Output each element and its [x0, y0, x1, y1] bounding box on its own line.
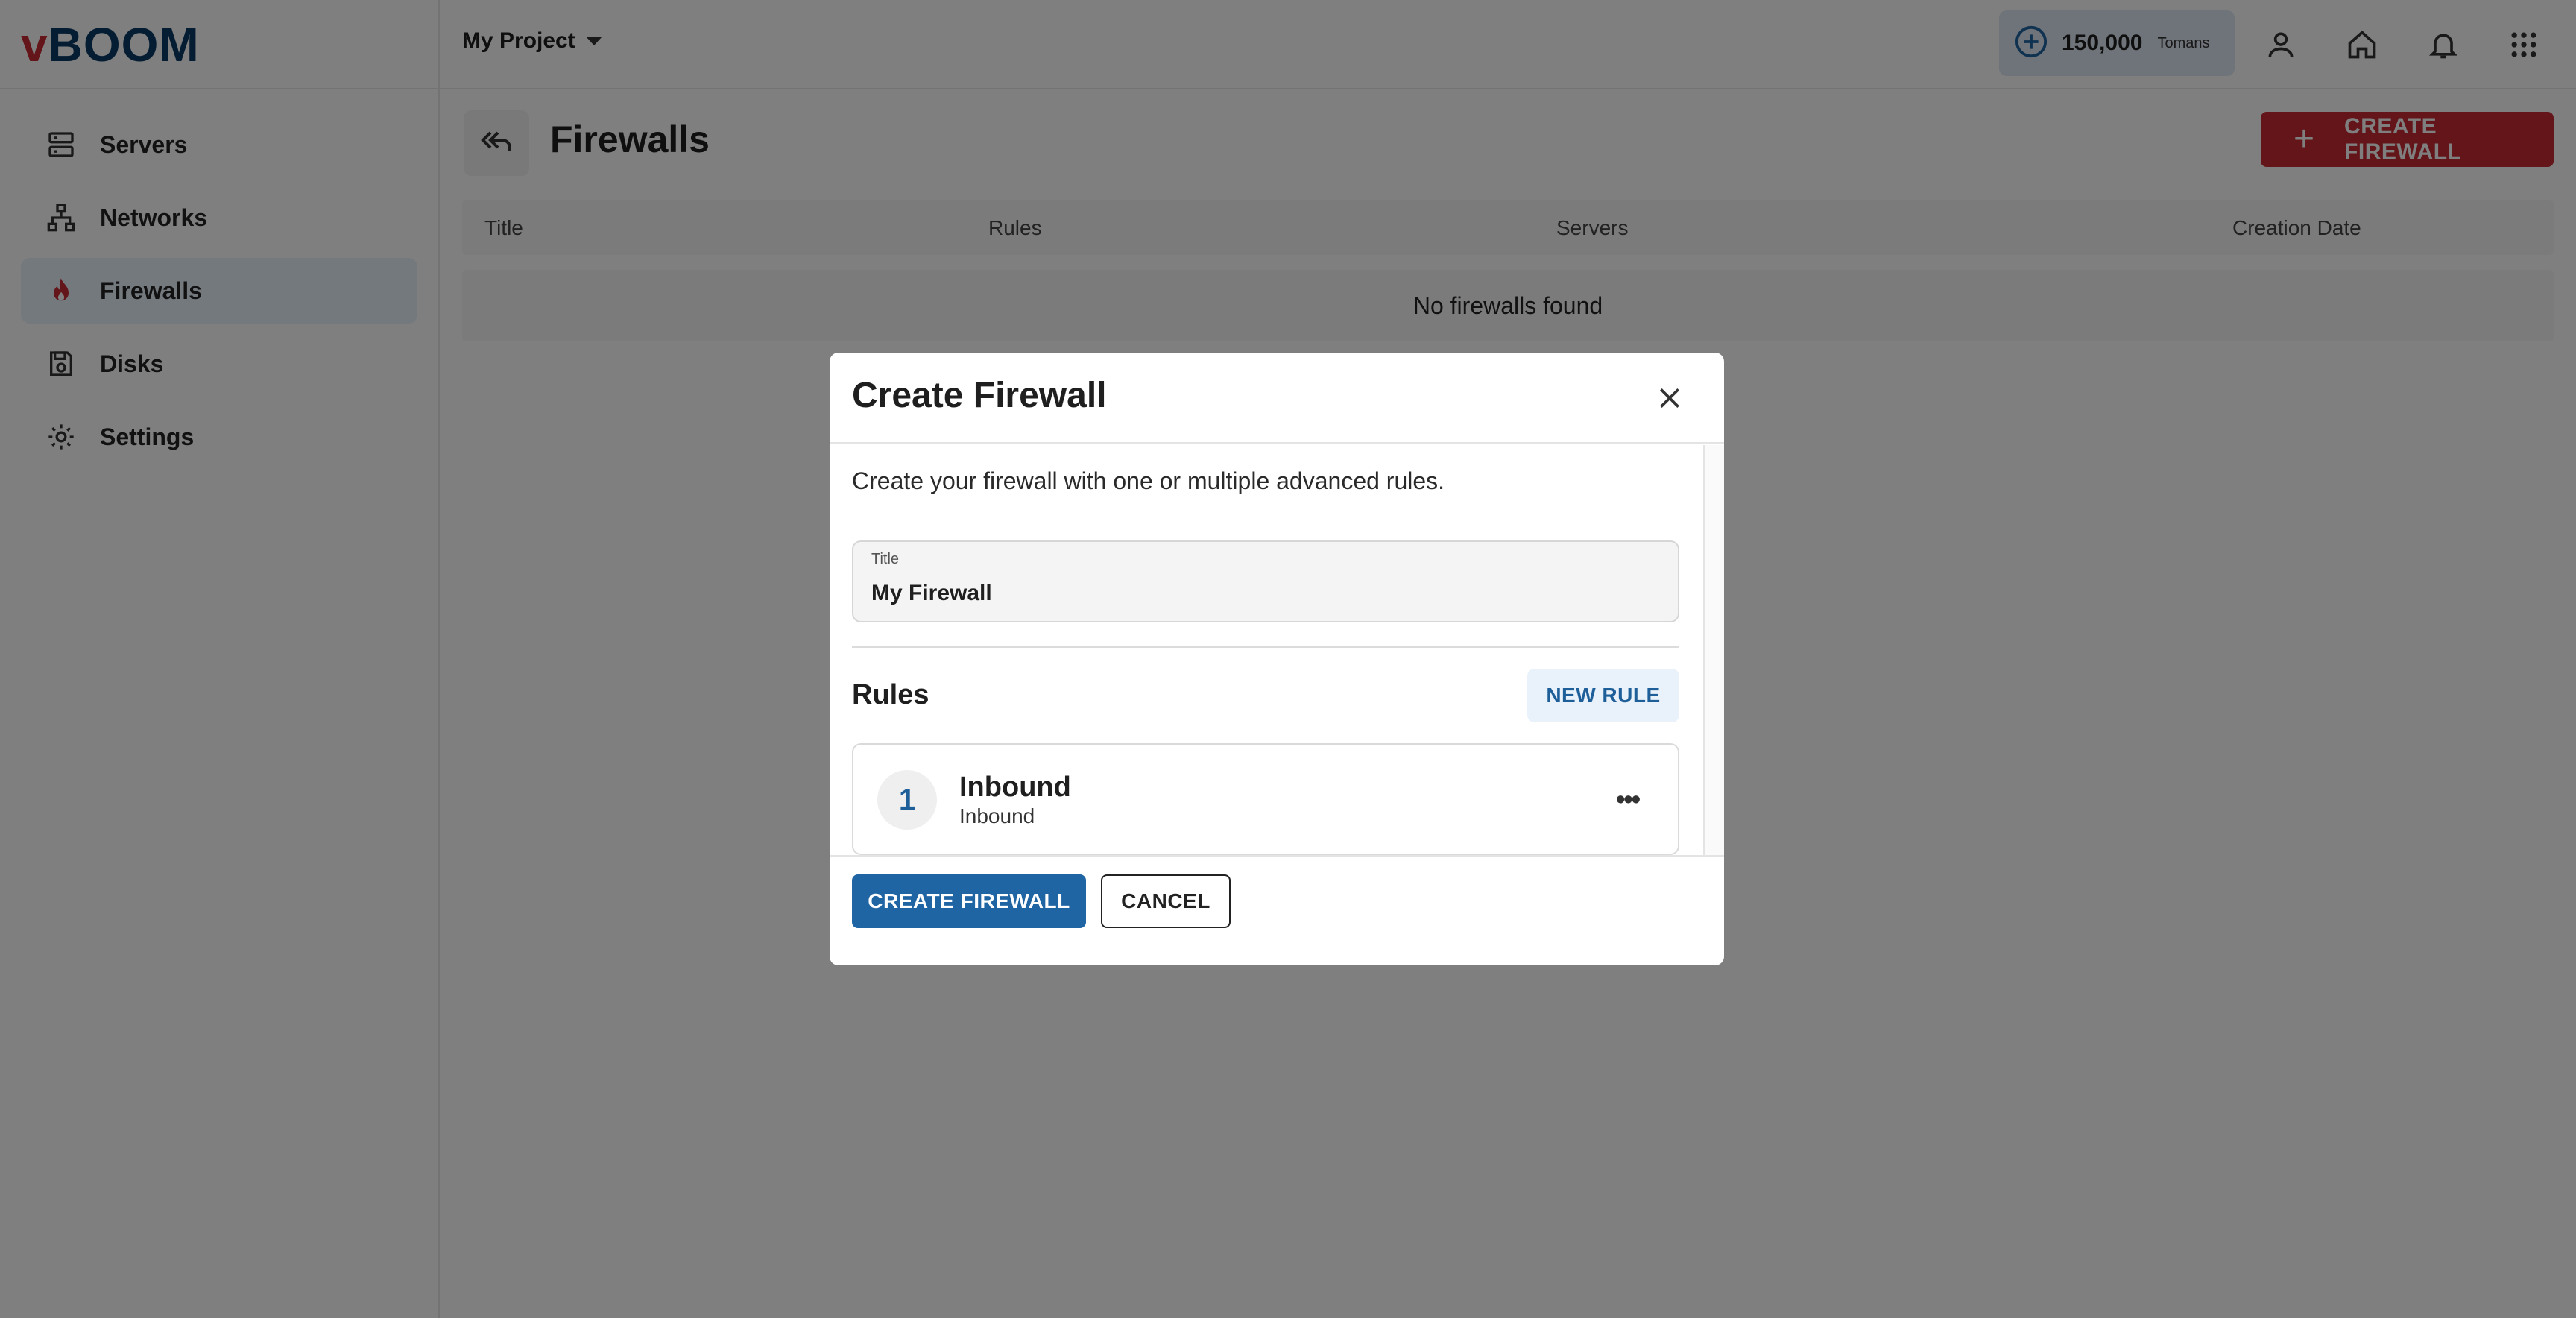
rule-number-badge: 1: [877, 770, 937, 830]
dialog-title: Create Firewall: [852, 376, 1107, 415]
app-root: vBOOM Servers Networks Firewalls: [0, 0, 2576, 1318]
title-input[interactable]: [871, 581, 1654, 606]
dialog-body: Create your firewall with one or multipl…: [830, 445, 1724, 855]
new-rule-button[interactable]: NEW RULE: [1527, 669, 1679, 722]
divider: [852, 646, 1679, 648]
dialog-footer: CREATE FIREWALL CANCEL: [830, 855, 1724, 965]
cancel-button[interactable]: CANCEL: [1101, 874, 1231, 928]
submit-create-firewall-button[interactable]: CREATE FIREWALL: [852, 874, 1086, 928]
title-field[interactable]: Title: [852, 540, 1679, 622]
title-field-label: Title: [871, 551, 900, 567]
create-firewall-dialog: Create Firewall Create your firewall wit…: [830, 353, 1724, 965]
rule-name: Inbound: [959, 772, 1071, 803]
close-icon[interactable]: [1650, 378, 1690, 418]
rule-card[interactable]: 1 Inbound Inbound •••: [852, 743, 1679, 855]
dialog-description: Create your firewall with one or multipl…: [852, 467, 1445, 494]
rules-heading: Rules: [852, 679, 929, 710]
more-options-icon[interactable]: •••: [1606, 782, 1648, 818]
rule-direction: Inbound: [959, 804, 1035, 827]
dialog-scrollbar[interactable]: [1703, 445, 1724, 855]
dialog-header: Create Firewall: [830, 353, 1724, 444]
